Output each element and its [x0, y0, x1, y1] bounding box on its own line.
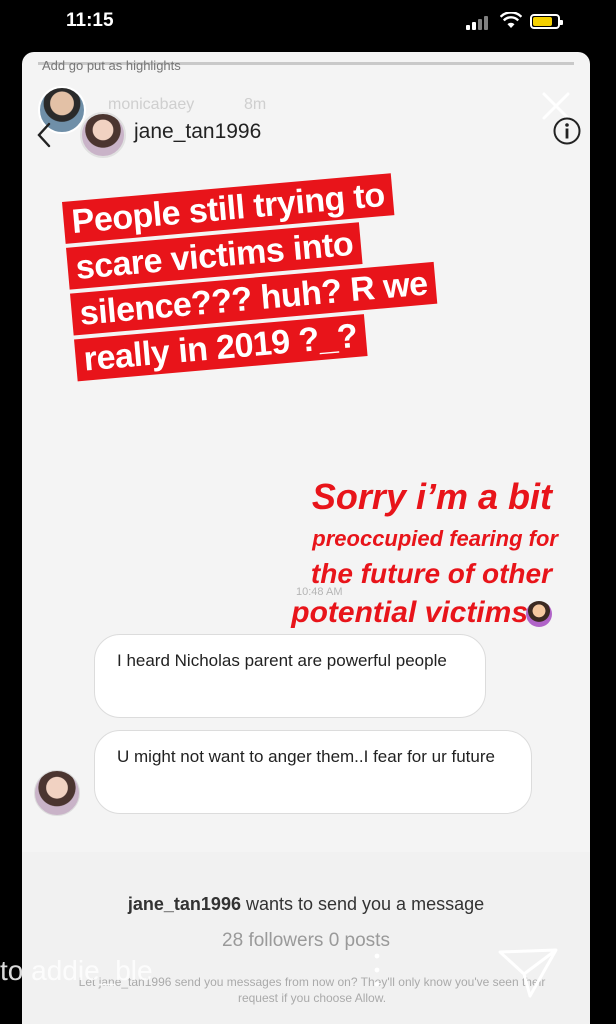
red-text-line-2: preoccupied fearing for — [312, 526, 558, 551]
dm-avatar[interactable] — [80, 112, 126, 158]
red-highlight-text: People still trying to scare victims int… — [62, 164, 516, 386]
request-username: jane_tan1996 — [127, 894, 241, 914]
wifi-icon — [500, 12, 522, 28]
info-icon[interactable] — [552, 116, 582, 146]
status-bar: 11:15 — [0, 0, 616, 48]
red-text-line-4: potential victims — [291, 596, 528, 629]
dm-username[interactable]: jane_tan1996 — [134, 120, 261, 144]
sender-avatar[interactable] — [34, 770, 80, 816]
status-time: 11:15 — [66, 10, 114, 31]
request-title: jane_tan1996 wants to send you a message — [22, 894, 590, 915]
request-title-text: wants to send you a message — [240, 894, 485, 914]
send-icon[interactable] — [496, 944, 560, 1000]
red-text-line-1: Sorry i’m a bit — [311, 476, 552, 517]
battery-icon — [530, 14, 563, 29]
red-text-line-3: the future of other — [310, 558, 552, 589]
more-dots-icon[interactable] — [370, 950, 384, 990]
signal-icon — [466, 16, 492, 30]
woman-shrugging-emoji-icon — [526, 601, 552, 627]
message-bubble[interactable]: I heard Nicholas parent are powerful peo… — [94, 634, 486, 718]
back-icon[interactable] — [34, 120, 54, 150]
watermark: to addie_ble — [0, 955, 153, 986]
story-caption: Add go put as highlights — [42, 58, 181, 73]
story-card: Add go put as highlights monicabaey 8m j… — [22, 52, 590, 1024]
message-bubble[interactable]: U might not want to anger them..I fear f… — [94, 730, 532, 814]
dm-header: jane_tan1996 — [22, 104, 590, 164]
